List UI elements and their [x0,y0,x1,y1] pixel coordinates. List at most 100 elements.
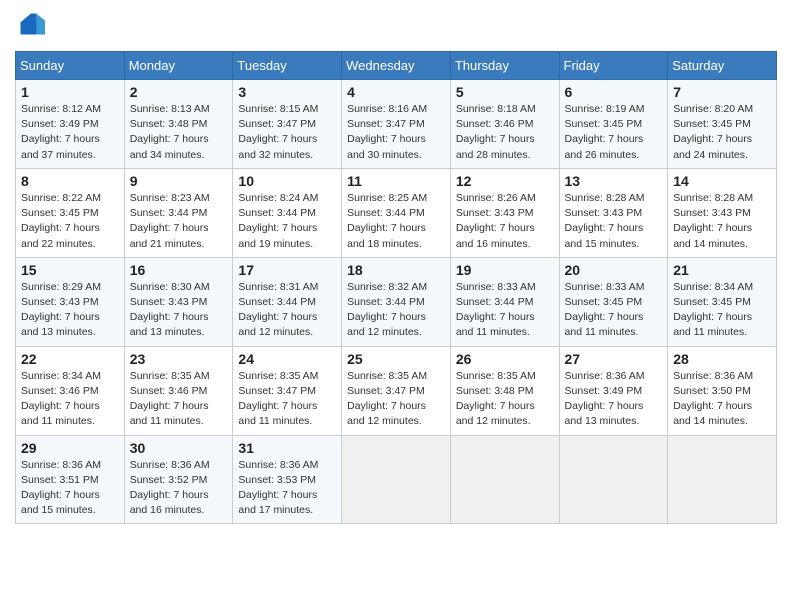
calendar-cell [450,435,559,524]
day-number: 15 [21,262,119,278]
day-info: Sunrise: 8:12 AMSunset: 3:49 PMDaylight:… [21,102,119,163]
day-number: 30 [130,440,228,456]
calendar-cell: 23 Sunrise: 8:35 AMSunset: 3:46 PMDaylig… [124,346,233,435]
day-info: Sunrise: 8:24 AMSunset: 3:44 PMDaylight:… [238,191,336,252]
day-number: 19 [456,262,554,278]
day-number: 11 [347,173,445,189]
day-info: Sunrise: 8:35 AMSunset: 3:48 PMDaylight:… [456,369,554,430]
calendar-cell: 13 Sunrise: 8:28 AMSunset: 3:43 PMDaylig… [559,168,668,257]
day-info: Sunrise: 8:35 AMSunset: 3:47 PMDaylight:… [347,369,445,430]
day-info: Sunrise: 8:23 AMSunset: 3:44 PMDaylight:… [130,191,228,252]
day-number: 27 [565,351,663,367]
calendar-cell: 16 Sunrise: 8:30 AMSunset: 3:43 PMDaylig… [124,257,233,346]
calendar-week-row: 15 Sunrise: 8:29 AMSunset: 3:43 PMDaylig… [16,257,777,346]
day-info: Sunrise: 8:19 AMSunset: 3:45 PMDaylight:… [565,102,663,163]
day-info: Sunrise: 8:36 AMSunset: 3:50 PMDaylight:… [673,369,771,430]
calendar-cell: 18 Sunrise: 8:32 AMSunset: 3:44 PMDaylig… [342,257,451,346]
calendar-cell: 14 Sunrise: 8:28 AMSunset: 3:43 PMDaylig… [668,168,777,257]
day-number: 31 [238,440,336,456]
day-info: Sunrise: 8:15 AMSunset: 3:47 PMDaylight:… [238,102,336,163]
calendar-week-row: 8 Sunrise: 8:22 AMSunset: 3:45 PMDayligh… [16,168,777,257]
day-info: Sunrise: 8:26 AMSunset: 3:43 PMDaylight:… [456,191,554,252]
day-info: Sunrise: 8:25 AMSunset: 3:44 PMDaylight:… [347,191,445,252]
column-header-sunday: Sunday [16,52,125,80]
day-info: Sunrise: 8:30 AMSunset: 3:43 PMDaylight:… [130,280,228,341]
day-info: Sunrise: 8:36 AMSunset: 3:49 PMDaylight:… [565,369,663,430]
calendar-cell: 17 Sunrise: 8:31 AMSunset: 3:44 PMDaylig… [233,257,342,346]
day-number: 2 [130,84,228,100]
day-info: Sunrise: 8:34 AMSunset: 3:45 PMDaylight:… [673,280,771,341]
day-info: Sunrise: 8:36 AMSunset: 3:51 PMDaylight:… [21,458,119,519]
calendar-week-row: 1 Sunrise: 8:12 AMSunset: 3:49 PMDayligh… [16,80,777,169]
day-info: Sunrise: 8:29 AMSunset: 3:43 PMDaylight:… [21,280,119,341]
column-header-wednesday: Wednesday [342,52,451,80]
day-info: Sunrise: 8:36 AMSunset: 3:53 PMDaylight:… [238,458,336,519]
calendar-cell: 3 Sunrise: 8:15 AMSunset: 3:47 PMDayligh… [233,80,342,169]
calendar-cell: 21 Sunrise: 8:34 AMSunset: 3:45 PMDaylig… [668,257,777,346]
day-number: 29 [21,440,119,456]
day-number: 4 [347,84,445,100]
calendar-cell: 19 Sunrise: 8:33 AMSunset: 3:44 PMDaylig… [450,257,559,346]
day-info: Sunrise: 8:13 AMSunset: 3:48 PMDaylight:… [130,102,228,163]
calendar-cell: 31 Sunrise: 8:36 AMSunset: 3:53 PMDaylig… [233,435,342,524]
calendar-cell: 6 Sunrise: 8:19 AMSunset: 3:45 PMDayligh… [559,80,668,169]
day-number: 28 [673,351,771,367]
day-info: Sunrise: 8:22 AMSunset: 3:45 PMDaylight:… [21,191,119,252]
day-info: Sunrise: 8:34 AMSunset: 3:46 PMDaylight:… [21,369,119,430]
calendar-header-row: SundayMondayTuesdayWednesdayThursdayFrid… [16,52,777,80]
day-number: 17 [238,262,336,278]
calendar-cell [668,435,777,524]
page-header [15,10,777,43]
column-header-saturday: Saturday [668,52,777,80]
calendar-cell [342,435,451,524]
column-header-friday: Friday [559,52,668,80]
day-info: Sunrise: 8:32 AMSunset: 3:44 PMDaylight:… [347,280,445,341]
day-info: Sunrise: 8:36 AMSunset: 3:52 PMDaylight:… [130,458,228,519]
day-number: 16 [130,262,228,278]
day-info: Sunrise: 8:35 AMSunset: 3:47 PMDaylight:… [238,369,336,430]
day-number: 3 [238,84,336,100]
day-info: Sunrise: 8:16 AMSunset: 3:47 PMDaylight:… [347,102,445,163]
calendar-table: SundayMondayTuesdayWednesdayThursdayFrid… [15,51,777,524]
day-number: 13 [565,173,663,189]
day-number: 22 [21,351,119,367]
calendar-cell: 7 Sunrise: 8:20 AMSunset: 3:45 PMDayligh… [668,80,777,169]
calendar-cell: 4 Sunrise: 8:16 AMSunset: 3:47 PMDayligh… [342,80,451,169]
calendar-cell: 28 Sunrise: 8:36 AMSunset: 3:50 PMDaylig… [668,346,777,435]
day-number: 6 [565,84,663,100]
day-number: 18 [347,262,445,278]
calendar-cell [559,435,668,524]
day-info: Sunrise: 8:28 AMSunset: 3:43 PMDaylight:… [565,191,663,252]
calendar-cell: 5 Sunrise: 8:18 AMSunset: 3:46 PMDayligh… [450,80,559,169]
calendar-cell: 8 Sunrise: 8:22 AMSunset: 3:45 PMDayligh… [16,168,125,257]
calendar-cell: 24 Sunrise: 8:35 AMSunset: 3:47 PMDaylig… [233,346,342,435]
calendar-cell: 25 Sunrise: 8:35 AMSunset: 3:47 PMDaylig… [342,346,451,435]
logo-icon [17,10,45,38]
day-number: 23 [130,351,228,367]
day-info: Sunrise: 8:31 AMSunset: 3:44 PMDaylight:… [238,280,336,341]
day-number: 14 [673,173,771,189]
calendar-cell: 22 Sunrise: 8:34 AMSunset: 3:46 PMDaylig… [16,346,125,435]
day-number: 10 [238,173,336,189]
calendar-cell: 11 Sunrise: 8:25 AMSunset: 3:44 PMDaylig… [342,168,451,257]
calendar-cell: 12 Sunrise: 8:26 AMSunset: 3:43 PMDaylig… [450,168,559,257]
logo [15,10,49,43]
day-info: Sunrise: 8:20 AMSunset: 3:45 PMDaylight:… [673,102,771,163]
calendar-cell: 29 Sunrise: 8:36 AMSunset: 3:51 PMDaylig… [16,435,125,524]
day-number: 5 [456,84,554,100]
column-header-monday: Monday [124,52,233,80]
day-number: 20 [565,262,663,278]
day-info: Sunrise: 8:35 AMSunset: 3:46 PMDaylight:… [130,369,228,430]
day-info: Sunrise: 8:18 AMSunset: 3:46 PMDaylight:… [456,102,554,163]
calendar-cell: 1 Sunrise: 8:12 AMSunset: 3:49 PMDayligh… [16,80,125,169]
day-number: 7 [673,84,771,100]
day-number: 1 [21,84,119,100]
calendar-week-row: 29 Sunrise: 8:36 AMSunset: 3:51 PMDaylig… [16,435,777,524]
day-number: 12 [456,173,554,189]
day-info: Sunrise: 8:33 AMSunset: 3:45 PMDaylight:… [565,280,663,341]
calendar-cell: 9 Sunrise: 8:23 AMSunset: 3:44 PMDayligh… [124,168,233,257]
column-header-thursday: Thursday [450,52,559,80]
calendar-cell: 26 Sunrise: 8:35 AMSunset: 3:48 PMDaylig… [450,346,559,435]
day-number: 25 [347,351,445,367]
calendar-week-row: 22 Sunrise: 8:34 AMSunset: 3:46 PMDaylig… [16,346,777,435]
